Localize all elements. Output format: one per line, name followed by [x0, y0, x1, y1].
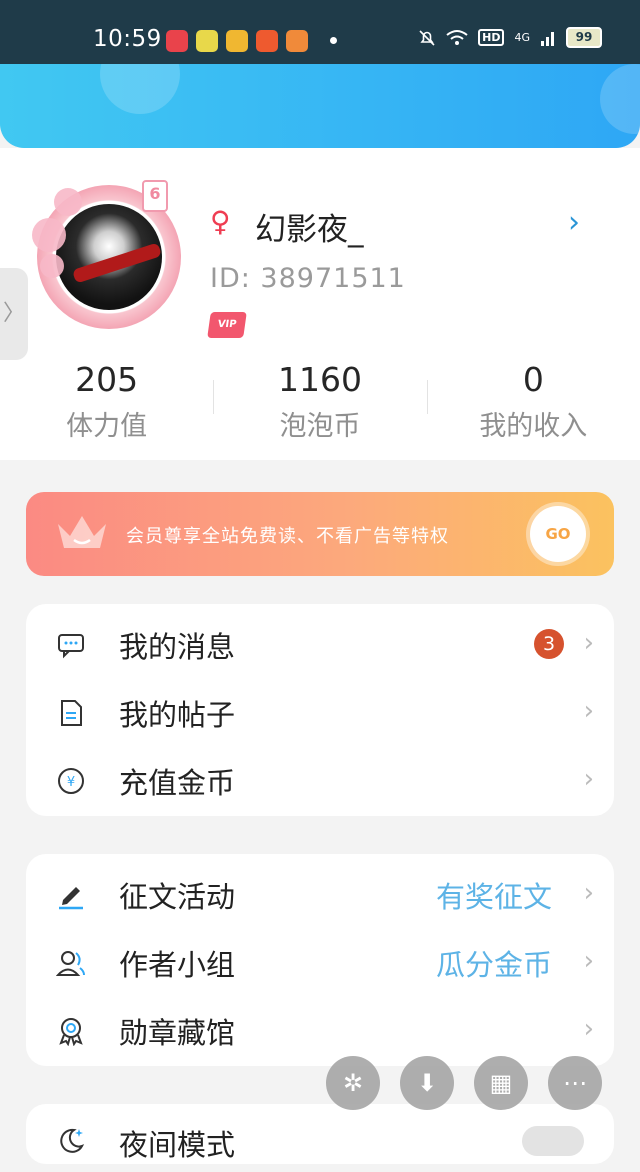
avatar-red-sash [72, 242, 162, 284]
grid-app-icon [256, 30, 278, 52]
flower-decor [32, 218, 66, 252]
reader-app-icon [286, 30, 308, 52]
stat-value: 205 [75, 360, 139, 399]
crown-icon [58, 516, 106, 548]
menu-item-medal-hall[interactable]: 勋章藏馆 › [26, 996, 614, 1064]
book-app-icon [226, 30, 248, 52]
female-icon: ♀ [210, 205, 231, 238]
hd-label: HD [478, 29, 505, 46]
chevron-right-icon: › [583, 878, 594, 908]
stat-income[interactable]: 0 我的收入 [426, 360, 640, 446]
stat-stamina[interactable]: 205 体力值 [0, 360, 213, 446]
music-app-icon [166, 30, 188, 52]
menu-card-activities: 征文活动 有奖征文 › 作者小组 瓜分金币 › 勋章藏馆 › [26, 854, 614, 1066]
night-mode-toggle[interactable] [522, 1126, 584, 1156]
chevron-right-icon: › [583, 696, 594, 726]
header-banner [0, 64, 640, 148]
vip-banner-text: 会员尊享全站免费读、不看广告等特权 [126, 526, 449, 547]
floating-toolbar: ✲ ⬇ ▦ ⋯ [326, 1056, 602, 1110]
menu-item-label: 勋章藏馆 [119, 1016, 236, 1050]
grid-icon[interactable]: ▦ [474, 1056, 528, 1110]
chevron-right-icon: › [583, 628, 594, 658]
menu-item-messages[interactable]: 我的消息 3 › [26, 610, 614, 678]
wifi-icon [446, 29, 468, 45]
battery-level: 99 [566, 27, 602, 48]
menu-item-night-mode[interactable]: 夜间模式 [26, 1104, 614, 1172]
avatar[interactable]: 6 [30, 178, 188, 336]
stat-value: 1160 [278, 360, 362, 399]
menu-item-extra: 有奖征文 [435, 880, 552, 914]
menu-item-label: 充值金币 [119, 766, 236, 800]
profile-card: 6 ♀ 幻影夜_ › ID: 38971511 VIP 205 体力值 1160… [0, 148, 640, 460]
stat-label: 体力值 [66, 411, 148, 442]
stat-value: 0 [522, 360, 544, 399]
chevron-right-icon: › [583, 946, 594, 976]
chevron-right-icon: › [583, 764, 594, 794]
menu-item-author-group[interactable]: 作者小组 瓜分金币 › [26, 928, 614, 996]
download-icon[interactable]: ⬇ [400, 1056, 454, 1110]
menu-item-posts[interactable]: 我的帖子 › [26, 678, 614, 746]
signal-icon [541, 31, 554, 46]
more-notifications-dot [330, 37, 337, 44]
profile-chevron-right-icon[interactable]: › [568, 208, 580, 238]
vip-banner[interactable]: 会员尊享全站免费读、不看广告等特权 GO [26, 492, 614, 576]
status-bar: 10:59 HD 4G 99 [0, 0, 640, 70]
system-icons: HD 4G 99 [418, 27, 602, 48]
more-icon[interactable]: ⋯ [548, 1056, 602, 1110]
menu-item-recharge[interactable]: ¥ 充值金币 › [26, 746, 614, 814]
stat-bubble-coins[interactable]: 1160 泡泡币 [213, 360, 426, 446]
vip-badge[interactable]: VIP [207, 312, 247, 338]
unread-badge: 3 [534, 629, 564, 659]
menu-item-label: 我的消息 [119, 630, 236, 664]
flower-decor [40, 254, 64, 278]
pen-icon [59, 887, 83, 910]
message-icon [58, 634, 84, 659]
menu-item-label: 我的帖子 [119, 698, 236, 732]
notification-app-icons [166, 30, 308, 52]
menu-item-extra: 瓜分金币 [435, 948, 552, 982]
group-icon [56, 951, 85, 976]
decor-bubble [600, 64, 640, 134]
chat-app-icon [196, 30, 218, 52]
level-badge: 6 [142, 180, 168, 212]
menu-item-label: 作者小组 [119, 948, 236, 982]
menu-item-label: 夜间模式 [119, 1128, 236, 1162]
svg-text:¥: ¥ [67, 775, 75, 790]
mute-bell-icon [419, 29, 435, 46]
divider [213, 380, 215, 414]
moon-icon [60, 1128, 85, 1153]
username[interactable]: 幻影夜_ [255, 204, 364, 249]
stat-label: 泡泡币 [279, 411, 361, 442]
document-icon [61, 700, 82, 726]
decor-bubble [100, 64, 180, 114]
menu-item-label: 征文活动 [119, 880, 236, 914]
menu-card-account: 我的消息 3 › 我的帖子 › ¥ 充值金币 › [26, 604, 614, 816]
chevron-right-icon: › [583, 1014, 594, 1044]
menu-item-essay-contest[interactable]: 征文活动 有奖征文 › [26, 860, 614, 928]
avatar-image [56, 204, 162, 310]
yuan-coin-icon: ¥ [58, 768, 84, 794]
go-button[interactable]: GO [530, 506, 586, 562]
flower-decor [54, 188, 82, 216]
side-drawer-handle[interactable]: 〉 [0, 268, 28, 360]
medal-icon [59, 1018, 83, 1046]
network-label: 4G [514, 31, 530, 44]
divider [426, 380, 428, 414]
status-time: 10:59 [93, 26, 162, 52]
menu-card-settings: 夜间模式 [26, 1104, 614, 1164]
stat-label: 我的收入 [479, 411, 588, 442]
user-id: ID: 38971511 [210, 263, 406, 294]
stats-row: 205 体力值 1160 泡泡币 0 我的收入 [0, 360, 640, 446]
sparkle-icon[interactable]: ✲ [326, 1056, 380, 1110]
